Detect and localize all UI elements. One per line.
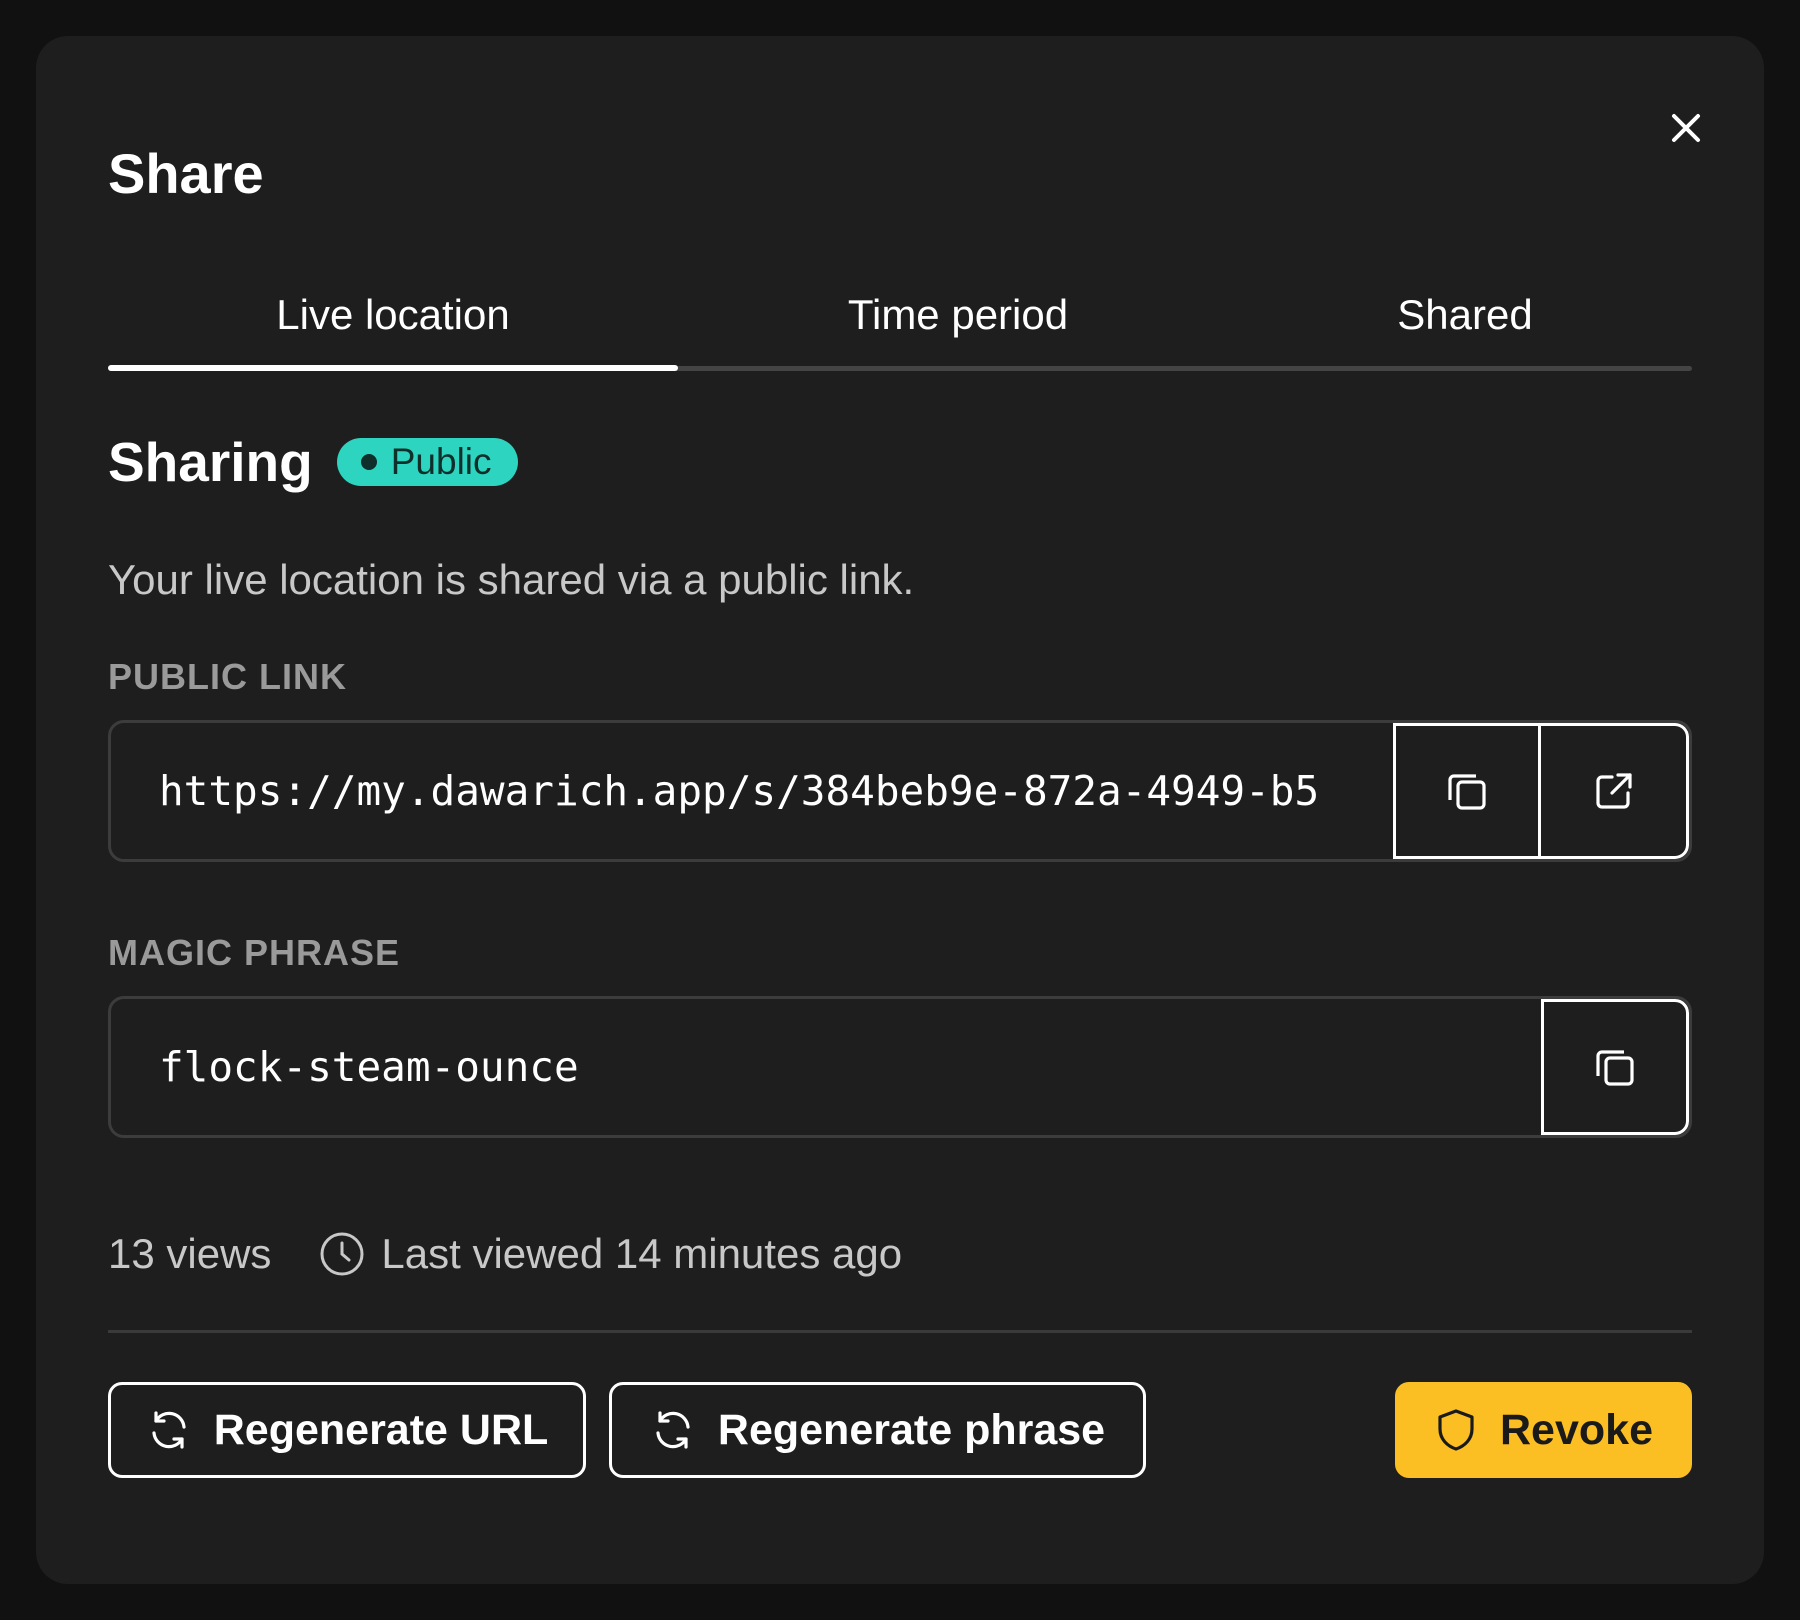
refresh-icon-wrapper xyxy=(146,1407,192,1453)
tab-bar: Live location Time period Shared xyxy=(108,291,1692,371)
shield-icon xyxy=(1438,1409,1474,1451)
refresh-icon xyxy=(656,1411,690,1449)
tab-time-period[interactable]: Time period xyxy=(678,291,1238,371)
divider xyxy=(108,1330,1692,1333)
magic-phrase-input[interactable]: flock-steam-ounce xyxy=(111,999,1541,1135)
revoke-label: Revoke xyxy=(1500,1405,1653,1454)
sharing-header: Sharing Public xyxy=(108,430,518,494)
copy-icon xyxy=(1596,1050,1634,1086)
sharing-description: Your live location is shared via a publi… xyxy=(108,556,915,603)
close-button[interactable] xyxy=(1656,98,1716,158)
external-link-icon xyxy=(1595,773,1632,809)
status-badge: Public xyxy=(336,438,518,486)
refresh-icon-wrapper xyxy=(650,1407,696,1453)
last-viewed: Last viewed 14 minutes ago xyxy=(381,1230,903,1277)
open-link-button[interactable] xyxy=(1541,723,1689,859)
dialog-title: Share xyxy=(108,142,264,205)
revoke-button[interactable]: Revoke xyxy=(1395,1382,1692,1478)
tab-live-location[interactable]: Live location xyxy=(108,291,678,371)
regenerate-phrase-label: Regenerate phrase xyxy=(717,1405,1106,1454)
view-stats: 13 views Last viewed 14 minutes ago xyxy=(108,1226,902,1282)
close-icon xyxy=(1672,114,1700,142)
magic-phrase-label: MAGIC PHRASE xyxy=(108,932,401,973)
share-dialog: Share Live location Time period Shared S… xyxy=(36,36,1764,1584)
tab-shared[interactable]: Shared xyxy=(1238,291,1692,371)
sharing-heading: Sharing xyxy=(108,431,313,493)
public-link-field: https://my.dawarich.app/s/384beb9e-872a-… xyxy=(108,720,1692,862)
regenerate-phrase-button[interactable]: Regenerate phrase xyxy=(609,1382,1146,1478)
status-badge-label: Public xyxy=(390,441,492,482)
copy-icon xyxy=(1448,774,1486,810)
regenerate-url-button[interactable]: Regenerate URL xyxy=(108,1382,586,1478)
clock-icon-wrapper xyxy=(319,1231,365,1277)
public-link-label: PUBLIC LINK xyxy=(108,656,347,697)
refresh-icon xyxy=(152,1411,186,1449)
copy-phrase-button[interactable] xyxy=(1541,999,1689,1135)
shield-icon-wrapper xyxy=(1434,1407,1478,1453)
magic-phrase-field: flock-steam-ounce xyxy=(108,996,1692,1138)
public-link-input[interactable]: https://my.dawarich.app/s/384beb9e-872a-… xyxy=(111,723,1393,859)
regenerate-url-label: Regenerate URL xyxy=(213,1405,549,1454)
clock-icon xyxy=(320,1232,364,1276)
copy-link-button[interactable] xyxy=(1393,723,1541,859)
view-count: 13 views xyxy=(108,1230,272,1277)
badge-dot xyxy=(360,454,377,470)
